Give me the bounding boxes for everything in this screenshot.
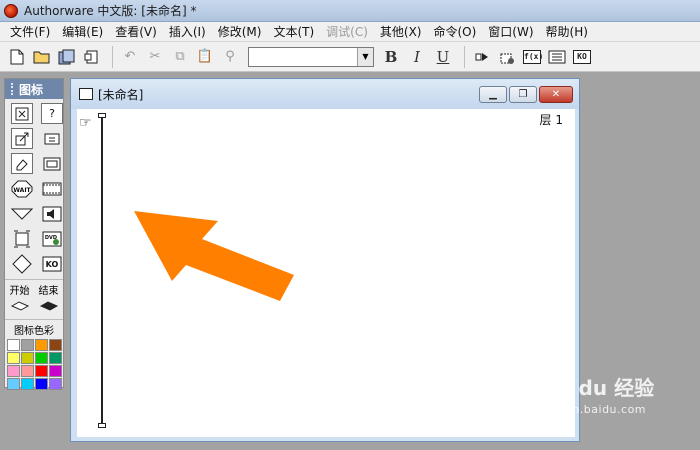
- start-flag-icon[interactable]: [10, 300, 29, 314]
- map-icon[interactable]: [41, 153, 63, 174]
- knowledge-object-button[interactable]: KO: [41, 253, 63, 274]
- annotation-arrow-icon: [134, 211, 294, 301]
- watermark-url: jingyan.baidu.com: [536, 403, 647, 416]
- close-button[interactable]: ✕: [539, 86, 573, 103]
- variables-icon[interactable]: [546, 46, 568, 68]
- functions-label: f(x): [523, 49, 543, 64]
- color-swatch[interactable]: [49, 378, 62, 390]
- menu-commands[interactable]: 命令(O): [427, 23, 482, 40]
- paste-icon[interactable]: 📋: [194, 46, 216, 68]
- color-swatch[interactable]: [35, 352, 48, 364]
- toolbar: ↶ ✂ ⧉ 📋 ⚲ ▼ B I U f(x) KO: [0, 42, 700, 72]
- watermark-brand: Bai du 经验: [536, 376, 655, 400]
- menu-file[interactable]: 文件(F): [4, 23, 56, 40]
- flowline[interactable]: [101, 117, 103, 427]
- flowline-end-cap: [98, 423, 106, 428]
- end-flag-icon[interactable]: [39, 300, 58, 314]
- color-swatch[interactable]: [35, 365, 48, 377]
- color-swatch[interactable]: [49, 352, 62, 364]
- app-logo-icon: [4, 3, 18, 18]
- color-swatch[interactable]: [7, 365, 20, 377]
- minimize-button[interactable]: ▁: [479, 86, 507, 103]
- color-swatch[interactable]: [21, 339, 34, 351]
- restore-button[interactable]: ❐: [509, 86, 537, 103]
- menu-bar: 文件(F) 编辑(E) 查看(V) 插入(I) 修改(M) 文本(T) 调试(C…: [0, 22, 700, 42]
- color-swatch[interactable]: [21, 365, 34, 377]
- toolbar-separator: [112, 45, 113, 68]
- calculation-icon[interactable]: [41, 128, 63, 149]
- navigate-icon[interactable]: [11, 203, 33, 224]
- flag-row: [5, 297, 63, 315]
- open-folder-icon[interactable]: [31, 46, 53, 68]
- undo-icon[interactable]: ↶: [119, 46, 141, 68]
- palette-title: 图标: [19, 82, 44, 97]
- end-label: 结束: [38, 286, 59, 297]
- framework-icon[interactable]: [11, 228, 33, 249]
- save-all-icon[interactable]: [56, 46, 78, 68]
- menu-debug[interactable]: 调试(C): [320, 23, 374, 40]
- color-swatches: [5, 337, 63, 390]
- decision-icon[interactable]: [11, 253, 33, 274]
- chevron-down-icon[interactable]: ▼: [357, 47, 373, 66]
- icon-palette: 图标 ? WAIT DVD KO 开始 结束 图标色彩: [4, 78, 64, 390]
- color-swatch[interactable]: [21, 352, 34, 364]
- underline-button[interactable]: U: [432, 48, 454, 66]
- menu-help[interactable]: 帮助(H): [540, 23, 594, 40]
- control-panel-icon[interactable]: [496, 46, 518, 68]
- interaction-question-icon[interactable]: ?: [41, 103, 63, 124]
- palette-header: 图标: [5, 79, 63, 99]
- color-swatch[interactable]: [7, 352, 20, 364]
- new-file-icon[interactable]: [6, 46, 28, 68]
- start-label: 开始: [9, 286, 30, 297]
- grip-icon[interactable]: [11, 83, 15, 95]
- menu-window[interactable]: 窗口(W): [482, 23, 539, 40]
- cut-icon[interactable]: ✂: [144, 46, 166, 68]
- color-swatch[interactable]: [21, 378, 34, 390]
- color-swatch[interactable]: [35, 378, 48, 390]
- menu-insert[interactable]: 插入(I): [163, 23, 212, 40]
- menu-edit[interactable]: 编辑(E): [56, 23, 109, 40]
- dvd-button[interactable]: DVD: [41, 228, 63, 249]
- color-swatch[interactable]: [49, 339, 62, 351]
- sound-icon[interactable]: [41, 203, 63, 224]
- italic-button[interactable]: I: [406, 48, 428, 66]
- import-icon[interactable]: [81, 46, 103, 68]
- wait-label: WAIT: [13, 187, 31, 194]
- run-icon[interactable]: [471, 46, 493, 68]
- display-icon[interactable]: [11, 103, 33, 124]
- menu-xtras[interactable]: 其他(X): [374, 23, 428, 40]
- flowchart-title: [未命名]: [98, 87, 144, 102]
- layer-label: 层 1: [539, 113, 563, 127]
- menu-text[interactable]: 文本(T): [267, 23, 320, 40]
- flowline-start-cap: [98, 113, 106, 118]
- window-controls: ▁ ❐ ✕: [479, 86, 573, 103]
- palette-ko-label: KO: [46, 260, 59, 269]
- digital-movie-icon[interactable]: [41, 178, 63, 199]
- wait-button[interactable]: WAIT: [11, 178, 33, 199]
- knowledge-objects-button[interactable]: KO: [571, 46, 593, 68]
- window-title: Authorware 中文版: [未命名] *: [24, 4, 197, 18]
- motion-icon[interactable]: [11, 128, 33, 149]
- flowchart-window-icon: [79, 88, 93, 100]
- color-swatch[interactable]: [35, 339, 48, 351]
- menu-modify[interactable]: 修改(M): [212, 23, 268, 40]
- copy-icon[interactable]: ⧉: [169, 46, 191, 68]
- start-end-labels: 开始 结束: [5, 279, 63, 297]
- color-swatch[interactable]: [49, 365, 62, 377]
- functions-button[interactable]: f(x): [521, 46, 543, 68]
- font-select[interactable]: ▼: [248, 46, 374, 67]
- watermark: Bai du 经验 jingyan.baidu.com: [536, 372, 654, 416]
- icon-color-title: 图标色彩: [5, 319, 63, 337]
- find-icon[interactable]: ⚲: [219, 46, 241, 68]
- ko-label: KO: [573, 49, 591, 64]
- erase-icon[interactable]: [11, 153, 33, 174]
- color-swatch[interactable]: [7, 339, 20, 351]
- menu-view[interactable]: 查看(V): [109, 23, 163, 40]
- color-swatch[interactable]: [7, 378, 20, 390]
- paste-hand-icon: ☞: [79, 115, 92, 131]
- bold-button[interactable]: B: [380, 48, 402, 66]
- toolbar-separator: [464, 45, 465, 68]
- title-bar: Authorware 中文版: [未命名] *: [0, 0, 700, 22]
- icon-grid: ? WAIT DVD KO: [5, 99, 63, 274]
